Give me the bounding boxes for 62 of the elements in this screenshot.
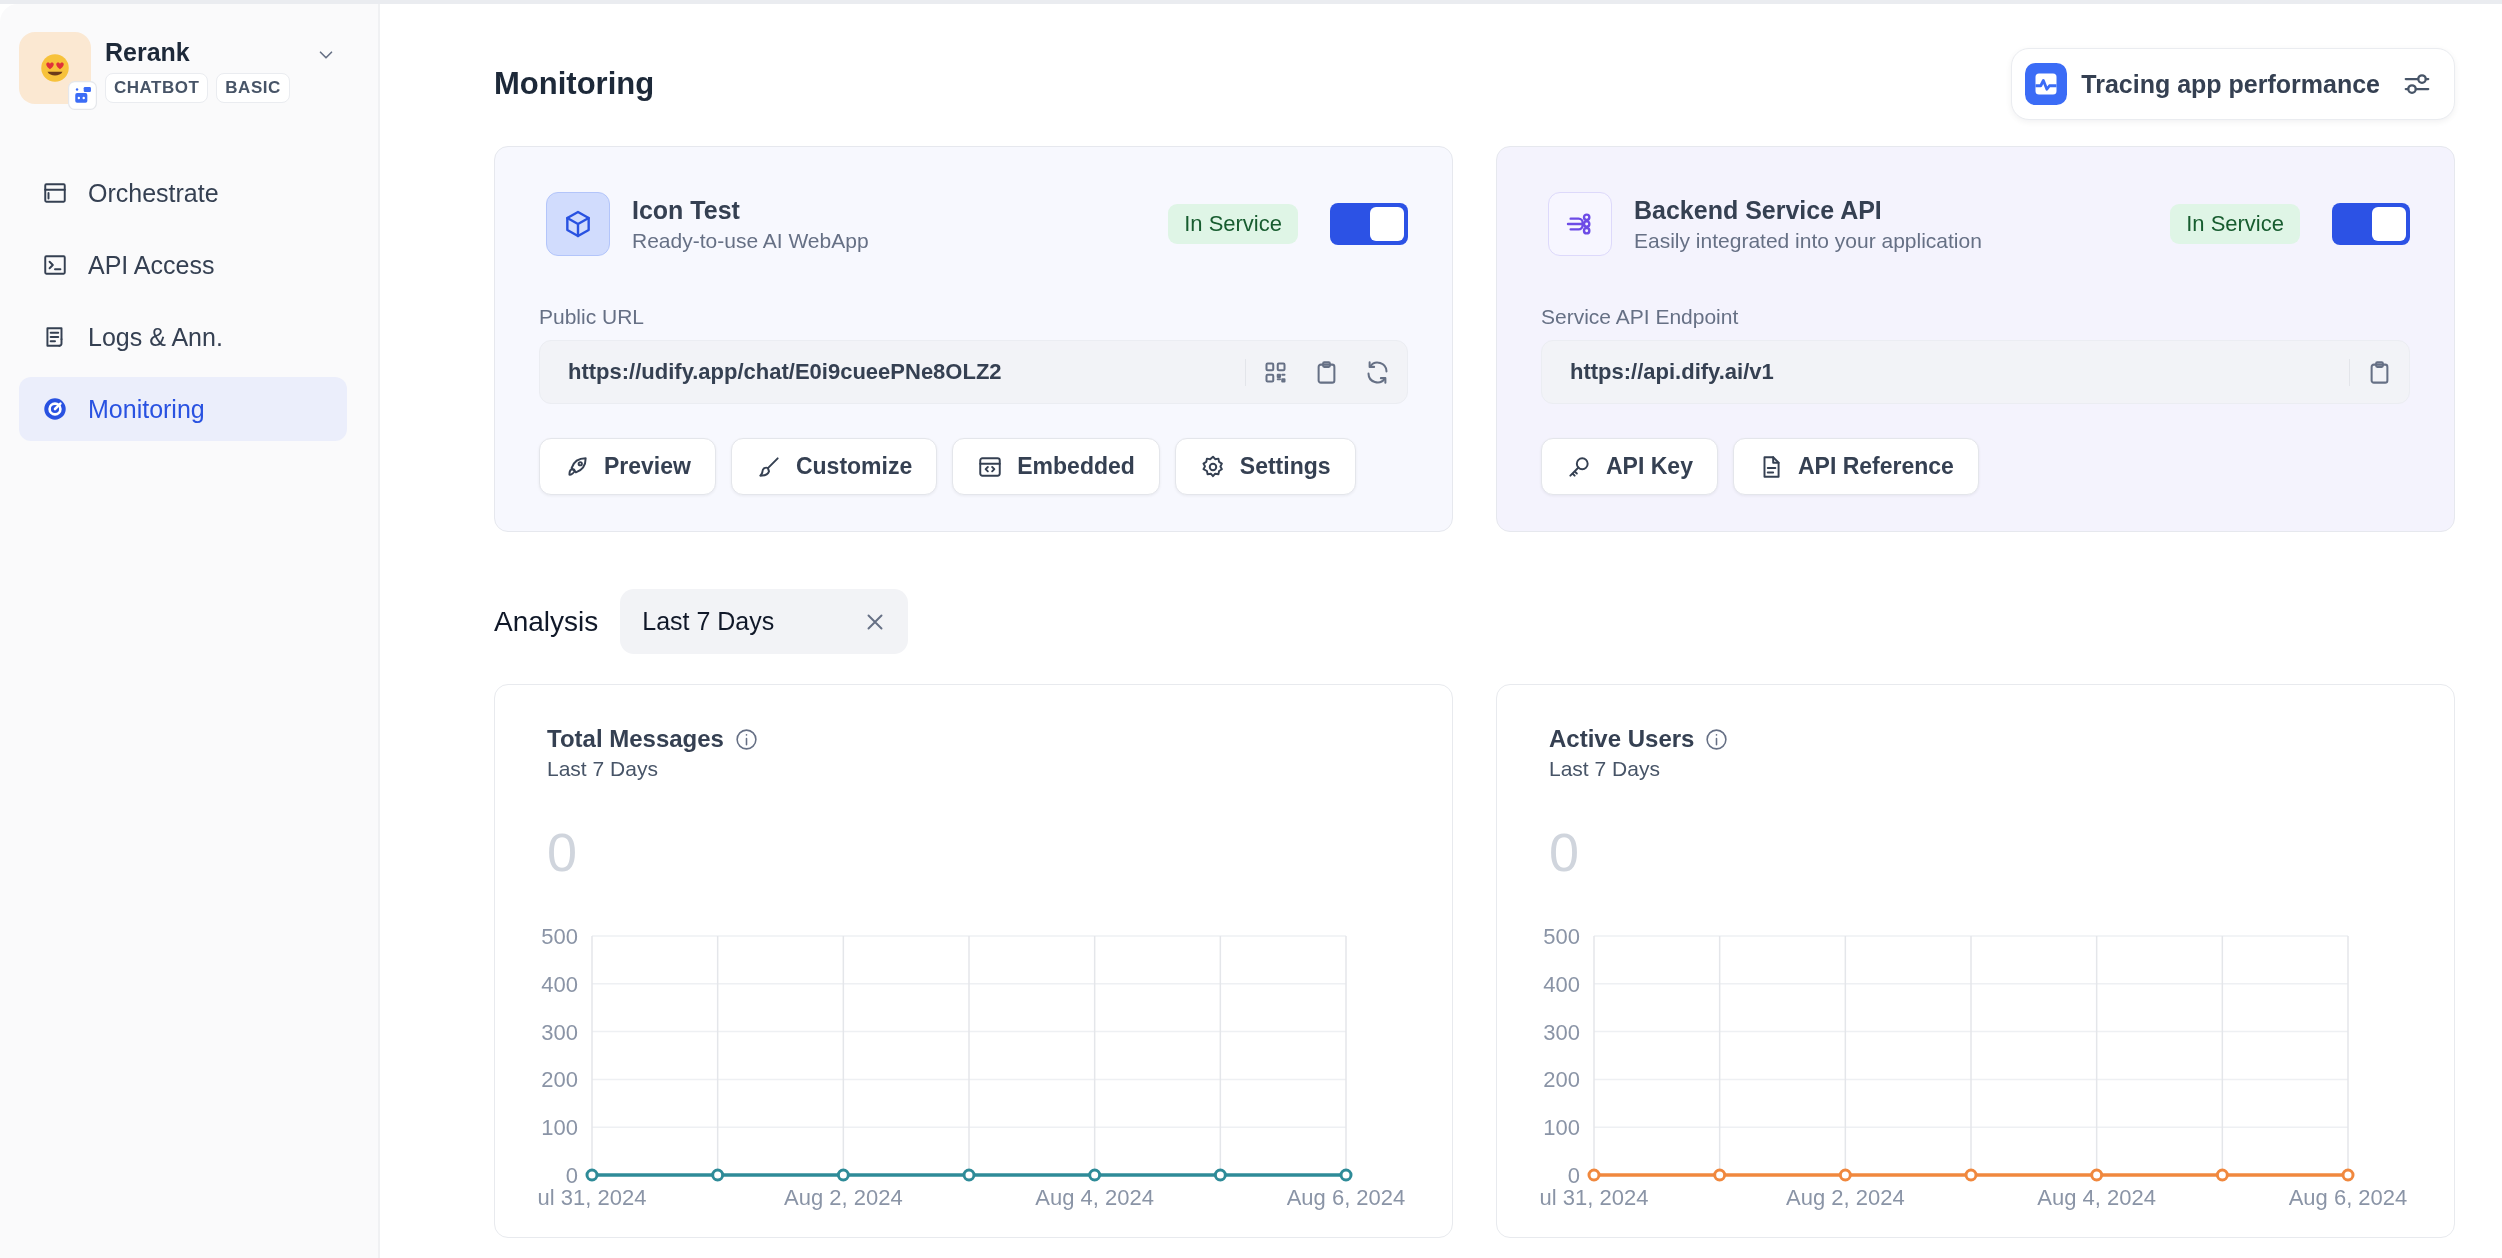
card-title: Icon Test (632, 195, 741, 225)
gauge-icon (42, 396, 68, 422)
url-text: https://udify.app/chat/E0i9cueePNe8OLZ2 (568, 359, 1003, 385)
action-button[interactable]: API Reference (1732, 438, 1979, 495)
status-badge: In Service (1168, 204, 1298, 244)
x-axis-label: Aug 4, 2024 (1035, 1185, 1154, 1210)
service-toggle[interactable] (1330, 203, 1408, 245)
y-axis-label: 100 (1543, 1115, 1580, 1141)
y-axis-label: 400 (1543, 971, 1580, 997)
y-axis-label: 0 (565, 1163, 578, 1188)
chart-subtitle: Last 7 Days (546, 757, 659, 781)
x-axis-label: Aug 2, 2024 (784, 1185, 903, 1210)
chart-title: Active Users (1549, 725, 1695, 753)
info-icon[interactable] (1704, 726, 1730, 752)
y-axis-label: 300 (1543, 1019, 1580, 1045)
section-label: Analysis (494, 605, 599, 638)
terminal-icon (42, 252, 68, 278)
layout-icon (42, 180, 68, 206)
chart-subtitle: Last 7 Days (1548, 757, 1661, 781)
app-type-tag: CHATBOT (105, 73, 209, 103)
heart-eyes-emoji-icon (40, 53, 70, 83)
sidebar-item[interactable]: Monitoring (19, 377, 347, 441)
x-axis-label: ul 31, 2024 (1539, 1185, 1649, 1210)
y-axis-label: 400 (541, 971, 578, 997)
x-axis-label: ul 31, 2024 (537, 1185, 647, 1210)
y-axis-label: 500 (541, 924, 578, 949)
action-button[interactable]: Preview (539, 438, 716, 495)
sidebar-item[interactable]: Orchestrate (19, 161, 347, 225)
y-axis-label: 200 (1543, 1067, 1580, 1093)
sidebar-item[interactable]: Logs & Ann. (19, 305, 347, 369)
card-subtitle: Ready-to-use AI WebApp (632, 228, 870, 253)
y-axis-label: 500 (1543, 924, 1580, 949)
activity-chart-icon (2025, 63, 2068, 105)
y-axis-label: 100 (541, 1115, 578, 1141)
x-axis-label: Aug 6, 2024 (2288, 1185, 2408, 1210)
tracing-button[interactable]: Tracing app performance (2011, 48, 2455, 120)
action-button[interactable]: Customize (730, 438, 938, 495)
x-axis-label: Aug 6, 2024 (1286, 1185, 1406, 1210)
field-label: Service API Endpoint (1541, 305, 1740, 329)
url-text: https://api.dify.ai/v1 (1570, 359, 1775, 385)
y-axis-label: 200 (541, 1067, 578, 1093)
page-title: Monitoring (494, 66, 655, 102)
card-title: Backend Service API (1634, 195, 1883, 225)
service-toggle[interactable] (2332, 203, 2410, 245)
settings-icon (1199, 453, 1226, 480)
app-name: Rerank (105, 38, 191, 67)
action-button[interactable]: API Key (1541, 438, 1718, 495)
x-axis-label: Aug 2, 2024 (1786, 1185, 1905, 1210)
action-button[interactable]: Settings (1174, 438, 1356, 495)
period-select[interactable]: Last 7 Days (620, 589, 909, 654)
chart-title: Total Messages (547, 725, 724, 753)
sidebar-item[interactable]: API Access (19, 233, 347, 297)
status-badge: In Service (2170, 204, 2300, 244)
info-icon[interactable] (733, 726, 759, 752)
app-type-tag: BASIC (216, 73, 290, 103)
y-axis-label: 300 (541, 1019, 578, 1045)
robot-badge-icon (68, 81, 97, 110)
y-axis-label: 0 (1567, 1163, 1580, 1188)
action-button[interactable]: Embedded (952, 438, 1160, 495)
x-axis-label: Aug 4, 2024 (2037, 1185, 2156, 1210)
card-subtitle: Easily integrated into your application (1634, 228, 1983, 253)
field-label: Public URL (539, 305, 646, 329)
